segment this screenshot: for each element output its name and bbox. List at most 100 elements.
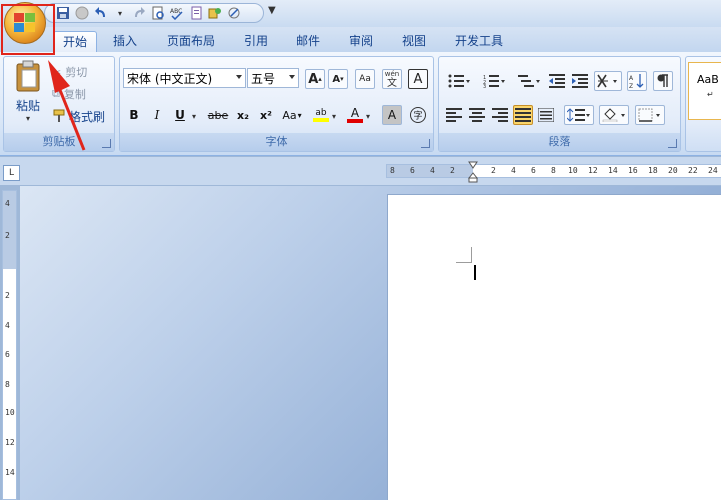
strikethrough-button[interactable]: abe (205, 105, 231, 125)
distributed-button[interactable] (536, 105, 556, 125)
new-document-icon[interactable] (188, 5, 204, 21)
character-border-label: A (413, 71, 423, 87)
character-shading-label: A (387, 108, 397, 122)
change-case-button[interactable]: Aa ▾ (280, 105, 304, 125)
ruler-tick: 12 (5, 438, 15, 447)
align-left-button[interactable] (444, 105, 464, 125)
line-spacing-button[interactable] (564, 105, 594, 125)
print-preview-icon[interactable] (150, 5, 166, 21)
italic-label: I (154, 108, 160, 122)
bullets-button[interactable] (444, 71, 474, 91)
horizontal-ruler[interactable]: 8 6 4 2 2 4 6 8 10 12 14 16 18 20 22 24 (386, 164, 721, 178)
decrease-indent-button[interactable] (547, 71, 567, 91)
tab-selector-button[interactable]: L (3, 165, 20, 181)
macro-icon[interactable] (207, 5, 223, 21)
copy-button[interactable]: ⧉ 复制 (52, 85, 86, 103)
text-cursor (474, 265, 476, 280)
copy-icon: ⧉ (52, 87, 60, 100)
tab-insert[interactable]: 插入 (104, 31, 146, 52)
ruler-tick: 2 (450, 166, 455, 175)
sort-button[interactable]: AZ (627, 71, 647, 91)
distributed-icon (538, 108, 554, 122)
character-border-button[interactable]: A (408, 69, 428, 89)
baidu-watermark: Baidu 经验 (556, 442, 679, 467)
paragraph-launcher-icon[interactable] (668, 139, 677, 148)
tab-references[interactable]: 引用 (236, 31, 276, 52)
strikethrough-label: abe (207, 108, 229, 122)
shrink-font-button[interactable]: A ▾ (328, 69, 348, 89)
svg-text:3: 3 (483, 84, 486, 88)
draw-icon[interactable] (226, 5, 242, 21)
borders-button[interactable] (635, 105, 665, 125)
tab-page-layout[interactable]: 页面布局 (159, 31, 223, 52)
font-color-button[interactable]: A (344, 105, 366, 125)
subscript-button[interactable]: x₂ (233, 105, 253, 125)
increase-indent-button[interactable] (570, 71, 590, 91)
underline-button[interactable]: U (170, 105, 190, 125)
highlight-button[interactable]: ab (310, 105, 332, 125)
numbering-button[interactable]: 123 (479, 71, 509, 91)
italic-button[interactable]: I (147, 105, 167, 125)
chinese-layout-button[interactable] (594, 71, 622, 91)
font-name-combo[interactable]: 宋体 (中文正文) (123, 68, 246, 88)
text-boundary-mark (456, 247, 472, 263)
tab-developer[interactable]: 开发工具 (446, 31, 512, 52)
indent-marker-icon[interactable] (468, 161, 478, 183)
vertical-ruler[interactable]: 4 2 2 4 6 8 10 12 14 (2, 190, 17, 500)
paste-button[interactable]: 粘贴 ▾ (8, 59, 48, 131)
bullets-icon (448, 74, 470, 88)
font-name-value: 宋体 (中文正文) (127, 71, 213, 86)
show-formatting-button[interactable] (653, 71, 673, 91)
highlight-dropdown-icon[interactable]: ▾ (332, 112, 336, 121)
format-painter-label: 格式刷 (69, 109, 106, 124)
enclose-characters-button[interactable]: 字 (408, 105, 428, 125)
clipboard-launcher-icon[interactable] (102, 139, 111, 148)
ruler-tick: 6 (410, 166, 415, 175)
redo-icon[interactable] (131, 5, 147, 21)
underline-dropdown-icon[interactable]: ▾ (192, 112, 196, 121)
format-painter-button[interactable]: 格式刷 (52, 107, 105, 125)
tab-home[interactable]: 开始 (53, 31, 97, 52)
paste-label: 粘贴 (15, 99, 40, 113)
align-right-button[interactable] (490, 105, 510, 125)
align-center-button[interactable] (467, 105, 487, 125)
font-color-label: A (350, 106, 360, 120)
circle-icon[interactable] (74, 5, 90, 21)
justify-button[interactable] (513, 105, 533, 125)
bold-button[interactable]: B (124, 105, 144, 125)
grow-font-button[interactable]: A ▴ (305, 69, 325, 89)
enclose-characters-icon: 字 (410, 107, 426, 123)
phonetic-char: 文 (387, 78, 397, 89)
ruler-tick: 22 (688, 166, 698, 175)
undo-icon[interactable] (93, 5, 109, 21)
paste-dropdown-icon: ▾ (25, 114, 30, 123)
superscript-button[interactable]: x² (256, 105, 276, 125)
save-icon[interactable] (55, 5, 71, 21)
spelling-icon[interactable]: ABC (169, 5, 185, 21)
ruler-tick: 2 (491, 166, 496, 175)
align-center-icon (469, 108, 485, 122)
line-spacing-icon (567, 108, 590, 122)
increase-indent-icon (572, 74, 588, 88)
title-bar: ▾ ABC ▼ (0, 0, 721, 27)
clipboard-group-label: 剪贴板 (4, 133, 114, 151)
borders-icon (638, 108, 660, 122)
shading-button[interactable] (599, 105, 629, 125)
style-gallery-item[interactable]: AaB ↵ (688, 62, 721, 120)
ruler-tick: 24 (708, 166, 718, 175)
phonetic-guide-button[interactable]: wén 文 (382, 69, 402, 89)
undo-dropdown-icon[interactable]: ▾ (112, 5, 128, 21)
tab-review[interactable]: 审阅 (341, 31, 381, 52)
font-color-swatch (347, 119, 363, 123)
multilevel-list-button[interactable] (514, 71, 544, 91)
customize-quick-access-icon[interactable]: ▼ (268, 5, 276, 16)
font-size-combo[interactable]: 五号 (247, 68, 299, 88)
tab-view[interactable]: 视图 (394, 31, 434, 52)
character-shading-button[interactable]: A (382, 105, 402, 125)
ruler-tick: 18 (648, 166, 658, 175)
font-launcher-icon[interactable] (421, 139, 430, 148)
font-color-dropdown-icon[interactable]: ▾ (366, 112, 370, 121)
tab-mailings[interactable]: 邮件 (288, 31, 328, 52)
cut-button[interactable]: ✂ 剪切 (52, 63, 87, 81)
clear-format-button[interactable]: Aa (355, 69, 375, 89)
